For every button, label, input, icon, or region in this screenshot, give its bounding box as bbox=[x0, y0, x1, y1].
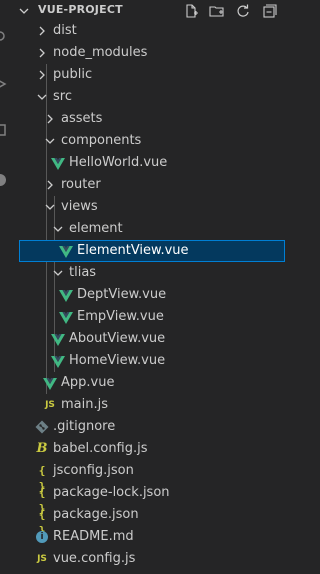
new-file-icon[interactable] bbox=[183, 3, 199, 19]
vue-file-icon bbox=[59, 246, 73, 258]
tree-item-label: main.js bbox=[61, 397, 108, 412]
new-folder-icon[interactable] bbox=[209, 3, 225, 19]
chevron-right-icon bbox=[39, 70, 45, 80]
vue-file-icon bbox=[59, 312, 73, 324]
tree-item-label: AboutView.vue bbox=[69, 331, 166, 346]
chevron-down-icon bbox=[37, 94, 47, 100]
tree-item-homeview-vue[interactable]: HomeView.vue bbox=[14, 350, 289, 372]
activity-bar bbox=[0, 0, 14, 574]
tree-item-app-vue[interactable]: App.vue bbox=[14, 372, 289, 394]
tree-item-label: DeptView.vue bbox=[77, 287, 167, 302]
tree-item-label: ElementView.vue bbox=[77, 243, 189, 258]
babel-icon: B bbox=[36, 441, 48, 456]
tree-item-empview-vue[interactable]: EmpView.vue bbox=[14, 306, 289, 328]
json-file-icon: { } bbox=[38, 508, 46, 537]
js-file-icon: JS bbox=[45, 400, 55, 410]
chevron-down-icon bbox=[53, 270, 63, 276]
tree-item-package-json[interactable]: { } package.json bbox=[14, 504, 289, 537]
vue-file-icon bbox=[51, 334, 65, 346]
tree-item-jsconfig-json[interactable]: { } jsconfig.json bbox=[14, 460, 289, 493]
tree-item-components[interactable]: components bbox=[14, 130, 289, 152]
explorer-title: VUE-PROJECT bbox=[38, 3, 123, 16]
tree-item-node-modules[interactable]: node_modules bbox=[14, 42, 289, 64]
tree-item-router[interactable]: router bbox=[14, 174, 289, 196]
tree-item-public[interactable]: public bbox=[14, 64, 289, 86]
tree-item-elementview-vue[interactable]: ElementView.vue bbox=[19, 240, 285, 262]
chevron-right-icon bbox=[47, 114, 53, 124]
tree-item-tlias[interactable]: tlias bbox=[14, 262, 289, 284]
json-file-icon: { } bbox=[38, 486, 46, 515]
tree-item-gitignore[interactable]: .gitignore bbox=[14, 416, 289, 438]
chevron-down-icon bbox=[45, 138, 55, 144]
tree-item-helloworld-vue[interactable]: HelloWorld.vue bbox=[14, 152, 289, 174]
info-icon: i bbox=[36, 531, 48, 543]
chevron-down-icon bbox=[45, 204, 55, 210]
tree-item-src[interactable]: src bbox=[14, 86, 289, 108]
tree-item-label: README.md bbox=[53, 529, 134, 544]
tree-item-label: vue.config.js bbox=[53, 551, 136, 566]
tree-item-readme-md[interactable]: i README.md bbox=[14, 526, 289, 548]
chevron-down-icon[interactable] bbox=[16, 3, 32, 19]
tree-item-label: components bbox=[61, 133, 142, 148]
vue-file-icon bbox=[59, 290, 73, 302]
refresh-icon[interactable] bbox=[235, 3, 251, 19]
tree-item-label: src bbox=[53, 89, 72, 104]
chevron-right-icon bbox=[47, 180, 53, 190]
json-file-icon: { } bbox=[38, 464, 46, 493]
vue-file-icon bbox=[51, 356, 65, 368]
tree-item-label: babel.config.js bbox=[53, 441, 148, 456]
tree-item-package-lock-json[interactable]: { } package-lock.json bbox=[14, 482, 289, 515]
tree-item-label: HomeView.vue bbox=[69, 353, 166, 368]
source-control-icon[interactable] bbox=[0, 28, 8, 44]
git-icon bbox=[35, 420, 49, 434]
tree-item-label: EmpView.vue bbox=[77, 309, 164, 324]
tree-item-element[interactable]: element bbox=[14, 218, 289, 240]
tree-item-babel-config[interactable]: B babel.config.js bbox=[14, 438, 289, 460]
tree-item-label: HelloWorld.vue bbox=[69, 155, 168, 170]
run-debug-icon[interactable] bbox=[0, 76, 8, 92]
explorer-header[interactable]: VUE-PROJECT bbox=[14, 0, 289, 22]
tree-item-label: element bbox=[69, 221, 123, 236]
tree-item-label: package.json bbox=[53, 507, 139, 522]
tree-item-dist[interactable]: dist bbox=[14, 20, 289, 42]
tree-item-label: dist bbox=[53, 23, 77, 38]
account-icon[interactable] bbox=[0, 172, 8, 188]
tree-item-label: .gitignore bbox=[53, 419, 116, 434]
tree-item-label: tlias bbox=[69, 265, 97, 280]
tree-item-main-js[interactable]: JS main.js bbox=[14, 394, 289, 416]
chevron-right-icon bbox=[39, 26, 45, 36]
tree-item-deptview-vue[interactable]: DeptView.vue bbox=[14, 284, 289, 306]
extensions-icon[interactable] bbox=[0, 122, 8, 138]
tree-item-label: package-lock.json bbox=[53, 485, 170, 500]
tree-item-label: views bbox=[61, 199, 98, 214]
tree-item-label: public bbox=[53, 67, 93, 82]
tree-item-label: App.vue bbox=[61, 375, 115, 390]
tree-item-assets[interactable]: assets bbox=[14, 108, 289, 130]
js-file-icon: JS bbox=[37, 554, 47, 564]
tree-item-label: node_modules bbox=[53, 45, 148, 60]
vue-file-icon bbox=[51, 158, 65, 170]
explorer-panel: VUE-PROJECT dist node_modules public src… bbox=[14, 0, 289, 574]
tree-item-aboutview-vue[interactable]: AboutView.vue bbox=[14, 328, 289, 350]
chevron-right-icon bbox=[39, 48, 45, 58]
vue-file-icon bbox=[43, 378, 57, 390]
tree-item-vue-config-js[interactable]: JS vue.config.js bbox=[14, 548, 289, 570]
tree-item-label: jsconfig.json bbox=[53, 463, 134, 478]
collapse-all-icon[interactable] bbox=[261, 3, 277, 19]
tree-item-label: router bbox=[61, 177, 101, 192]
tree-item-views[interactable]: views bbox=[14, 196, 289, 218]
chevron-down-icon bbox=[53, 226, 63, 232]
tree-item-label: assets bbox=[61, 111, 103, 126]
